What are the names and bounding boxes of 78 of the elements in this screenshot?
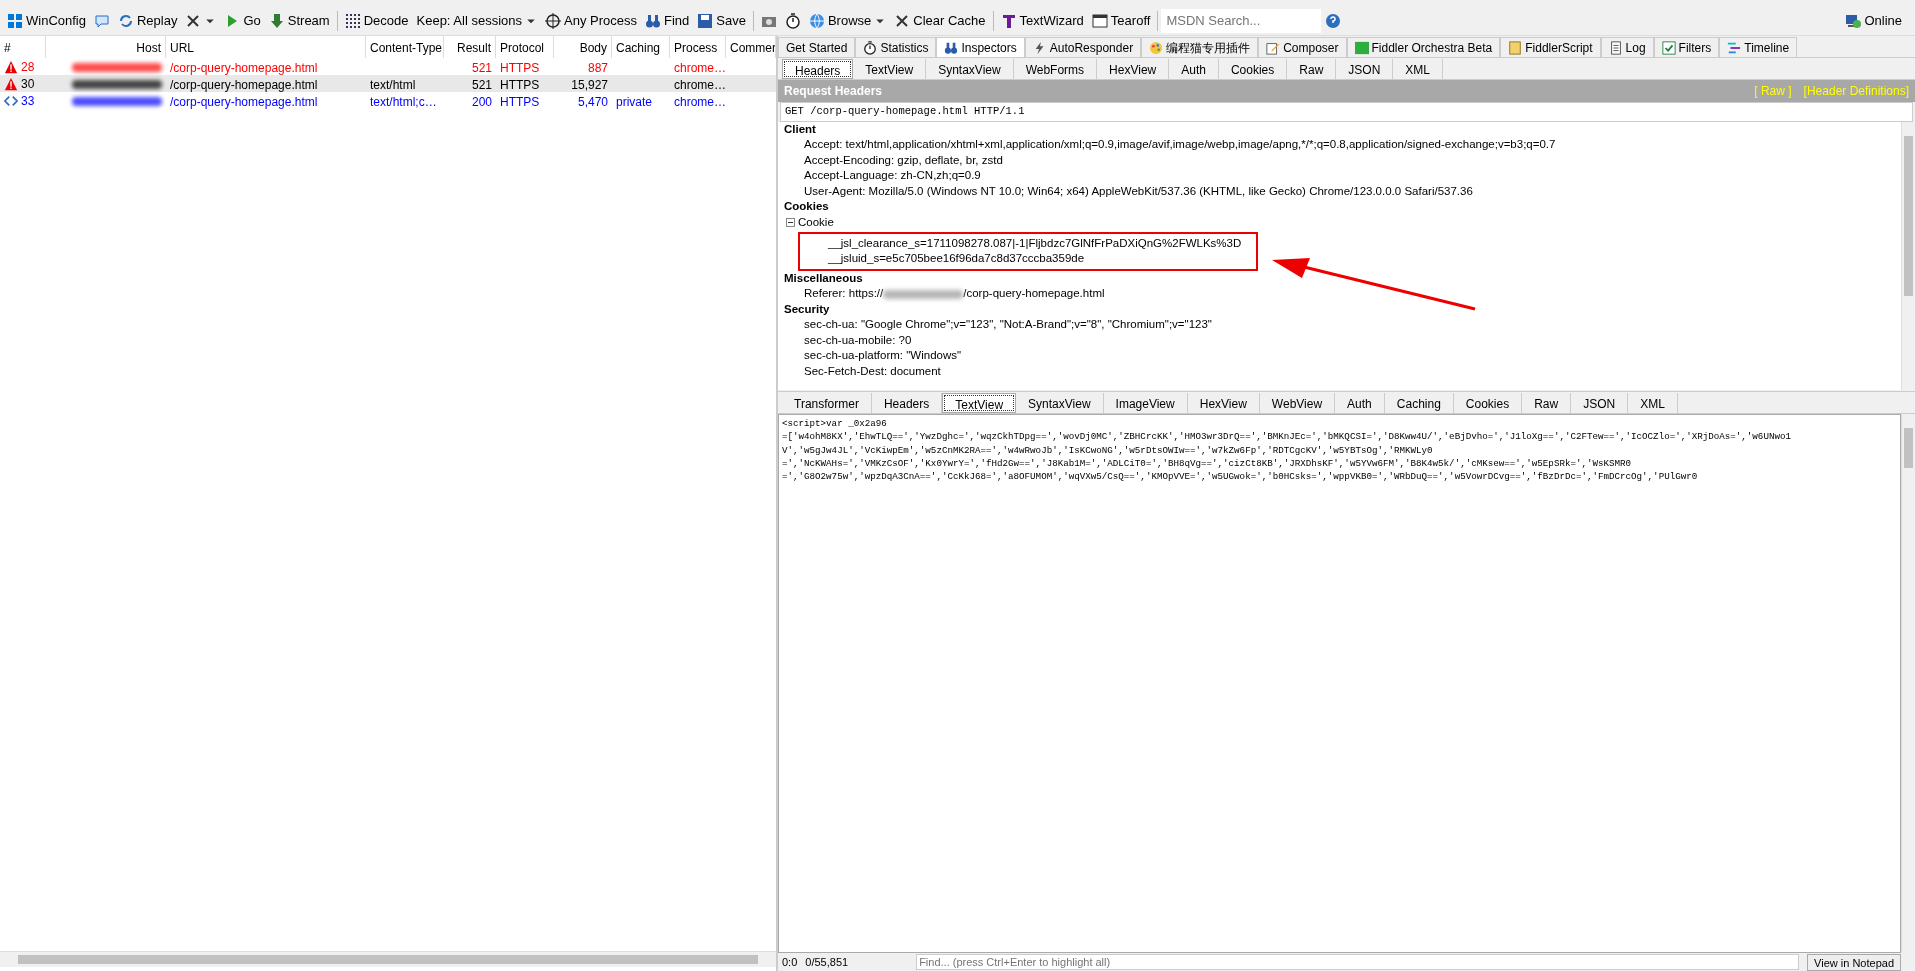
tab[interactable]: TextView <box>942 392 1017 413</box>
session-row[interactable]: 30 /corp-query-homepage.html text/html 521 HTTPS 15,927 chrome… <box>0 75 776 92</box>
header-entry: __jsluid_s=e5c705bee16f96da7c8d37cccba359de <box>828 252 1085 265</box>
table-cell: 5,470 <box>577 95 608 109</box>
table-cell: 15,927 <box>571 78 608 92</box>
table-cell: /corp-query-homepage.html <box>170 95 318 109</box>
code-line: <script>var _0x2a96 <box>782 416 888 431</box>
toolbar-button[interactable]: Browse <box>804 8 891 33</box>
table-cell: 200 <box>471 95 492 109</box>
header-entry: __jsl_clearance_s=1711098278.087|-1|Fljbdzc7GlNfFrPaDXiQnG%2FWLKs%3D <box>828 236 1242 249</box>
header-entry: Referer: https:// <box>804 287 884 300</box>
tab[interactable]: Inspectors <box>936 37 1025 57</box>
header-entry: sec-ch-ua-mobile: ?0 <box>804 333 912 346</box>
tab[interactable]: FiddlerScript <box>1500 37 1601 57</box>
toolbar-button[interactable]: Save <box>693 8 750 33</box>
table-cell: 887 <box>587 61 608 75</box>
header-entry: sec-ch-ua-platform: "Windows" <box>804 349 962 362</box>
tab[interactable]: AutoResponder <box>1024 37 1142 57</box>
group-heading: Miscellaneous <box>783 270 864 286</box>
table-cell: 521 <box>471 78 492 92</box>
online-button[interactable]: Online <box>1841 8 1906 33</box>
table-cell: text/html;c… <box>370 95 437 109</box>
code-line: V','w5gJw4JL','VcKiwpEm','w5zCnMK2RA==','w4wRwoJb','IsKCwoNG','w5rDtsOWIw==','w7kZw6Fp','RDTCgcKV','w5YBTsOg','RMKWLy0 <box>782 443 1434 457</box>
table-cell: chrome… <box>674 78 726 92</box>
code-line: =['w4ohM8KX','EhwTLQ==','YwzDghc=','wqzCkhTDpg==','wovDj0MC','ZBHCrcKK','HMO3wr3DrQ==','BMKnJEc=','bMKQCSI=','D8Kww4U/','eBjDvho=','J1loXg==','C2FTew==','IcOCZlo=','XRjDoAs=','w6UNwo1 <box>782 430 1792 444</box>
toolbar-button[interactable]: Tearoff <box>1087 8 1155 33</box>
toolbar-button[interactable]: Find <box>641 8 694 33</box>
tab[interactable]: Filters <box>1653 37 1720 57</box>
tab[interactable]: Log <box>1600 37 1654 57</box>
tab[interactable]: Headers <box>782 59 854 79</box>
find-field[interactable]: Find... (press Ctrl+Enter to highlight all) <box>916 954 1800 970</box>
table-cell: chrome… <box>674 95 726 109</box>
group-heading: Cookies <box>783 199 830 215</box>
table-cell-text: 33 <box>21 92 35 110</box>
toolbar-button[interactable]: Stream <box>264 8 334 33</box>
panel-title: Request Headers <box>784 83 883 100</box>
tab[interactable]: Composer <box>1258 37 1347 57</box>
table-cell-text: 28 <box>21 58 35 76</box>
group-heading: Client <box>783 121 817 137</box>
header-entry: Accept: text/html,application/xhtml+xml,application/xml;q=0.9,image/avif,image/webp,image/apng,*/*;q=0.8,application/signed-exchange;v=b3;q=0.7 <box>804 138 1556 151</box>
header-entry: Accept-Language: zh-CN,zh;q=0.9 <box>804 169 981 182</box>
request-line-field[interactable]: GET /corp-query-homepage.html HTTP/1.1 <box>780 102 1913 122</box>
toolbar-button[interactable]: Keep: All sessions <box>412 8 541 33</box>
code-line: =','NcKWAHs=','VMKzCsOF','Kx0YwrY=','fHd2Gw==','J8Kab1M=','ADLCiT0=','BH8qVg==','cizCt8KB','JRXDhsKF','w5YVw6FM','B8K4w5k/','cMKsew==','w5EpSRk=','WsKSMR0 <box>782 456 1633 471</box>
table-cell: HTTPS <box>500 95 540 109</box>
toolbar-button[interactable]: Decode <box>340 8 413 33</box>
table-cell: text/html <box>370 78 416 92</box>
tab[interactable]: Statistics <box>855 37 937 57</box>
group-heading: Security <box>783 301 831 317</box>
header-entry: sec-ch-ua: "Google Chrome";v="123", "Not:A-Brand";v="8", "Chromium";v="123" <box>804 318 1212 331</box>
toolbar-button[interactable]: Any Process <box>541 8 641 33</box>
tab[interactable]: Fiddler Orchestra Beta <box>1346 37 1501 57</box>
tab[interactable]: Get Started <box>778 37 856 57</box>
code-line: =','G8O2w75w','wpzDqA3CnA==','CcKkJ68=','a8OFUMOM','wqVXw5/CsQ==','KMOpVVE=','w5UGwok=','b0HCsks=','wppVKB0=','WRbDuQ==','w5VowrDCvg==','fBzDrDc=','FmDCrcOg','PUlGwr0 <box>782 470 1699 484</box>
toolbar-button[interactable]: WinConfig <box>3 8 90 33</box>
view-in-notepad-button[interactable]: View in Notepad <box>1807 953 1901 971</box>
header-entry: Sec-Fetch-Dest: document <box>804 364 941 377</box>
cursor-position: 0:0 <box>782 954 798 970</box>
toolbar-button[interactable]: Clear Cache <box>890 8 990 33</box>
match-count: 0/55,851 <box>805 954 849 970</box>
table-cell: chrome… <box>674 61 726 75</box>
search-field[interactable]: MSDN Search... <box>1161 8 1322 33</box>
toolbar-button[interactable]: Go <box>220 8 265 33</box>
tab[interactable]: 编程猫专用插件 <box>1141 37 1259 57</box>
header-entry: User-Agent: Mozilla/5.0 (Windows NT 10.0; Win64; x64) AppleWebKit/537.36 (KHTML, like Gecko) Chrome/123.0.0.0 Safari/537.36 <box>804 184 1473 197</box>
table-cell-text: 30 <box>21 75 35 93</box>
table-cell: /corp-query-homepage.html <box>170 78 318 92</box>
toolbar-button[interactable]: Replay <box>113 8 182 33</box>
header-entry: Accept-Encoding: gzip, deflate, br, zstd <box>804 153 1003 166</box>
table-cell: HTTPS <box>500 61 540 75</box>
table-cell: HTTPS <box>500 78 540 92</box>
table-cell: 521 <box>471 61 492 75</box>
table-cell: private <box>616 95 653 109</box>
toolbar-button[interactable]: TextWizard <box>996 8 1088 33</box>
table-cell: /corp-query-homepage.html <box>170 61 318 75</box>
tree-item[interactable]: Cookie <box>798 214 834 232</box>
header-entry: /corp-query-homepage.html <box>963 287 1105 300</box>
tab[interactable]: Timeline <box>1719 37 1798 57</box>
